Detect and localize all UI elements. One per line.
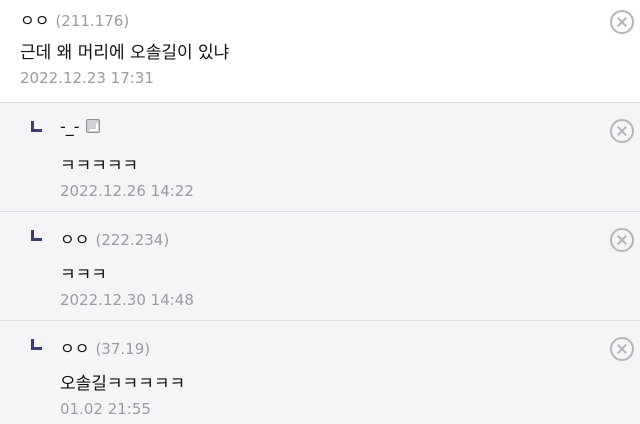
reply-indicator-icon xyxy=(31,339,42,350)
delete-reply-button[interactable] xyxy=(610,337,634,361)
reply-author[interactable]: ㅇㅇ (37.19) xyxy=(60,335,150,359)
reply-item: ㅇㅇ (222.234) ㅋㅋㅋ 2022.12.30 14:48 xyxy=(0,212,640,321)
comment-text: 근데 왜 머리에 오솔길이 있냐 xyxy=(20,43,230,63)
reply-text: ㅋㅋㅋ xyxy=(60,265,107,285)
comment-list: ㅇㅇ (211.176) 근데 왜 머리에 오솔길이 있냐 2022.12.23 … xyxy=(0,0,640,424)
reply-date: 2022.12.26 14:22 xyxy=(60,182,194,200)
author-nickname[interactable]: ㅇㅇ xyxy=(60,230,89,249)
reply-text: 오솔길ㅋㅋㅋㅋㅋ xyxy=(60,374,186,394)
author-ip: (211.176) xyxy=(55,12,130,30)
reply-author[interactable]: -_- xyxy=(60,117,100,136)
author-nickname[interactable]: ㅇㅇ xyxy=(60,339,89,358)
author-ip: (222.234) xyxy=(95,231,170,249)
reply-item: ㅇㅇ (37.19) 오솔길ㅋㅋㅋㅋㅋ 01.02 21:55 xyxy=(0,321,640,424)
author-nickname[interactable]: -_- xyxy=(60,117,80,136)
reply-indicator-icon xyxy=(31,230,42,241)
reply-indicator-icon xyxy=(31,121,42,132)
delete-reply-button[interactable] xyxy=(610,119,634,143)
delete-reply-button[interactable] xyxy=(610,228,634,252)
comment-author[interactable]: ㅇㅇ (211.176) xyxy=(20,7,129,31)
author-ip: (37.19) xyxy=(95,340,151,358)
reply-date: 2022.12.30 14:48 xyxy=(60,291,194,309)
reply-text: ㅋㅋㅋㅋㅋ xyxy=(60,156,139,176)
comment-date: 2022.12.23 17:31 xyxy=(20,69,154,87)
delete-comment-button[interactable] xyxy=(610,10,634,34)
author-nickname[interactable]: ㅇㅇ xyxy=(20,11,49,30)
reply-date: 01.02 21:55 xyxy=(60,400,151,418)
comment-item: ㅇㅇ (211.176) 근데 왜 머리에 오솔길이 있냐 2022.12.23 … xyxy=(0,0,640,103)
reply-item: -_- ㅋㅋㅋㅋㅋ 2022.12.26 14:22 xyxy=(0,103,640,212)
member-badge-icon xyxy=(85,119,100,133)
reply-author[interactable]: ㅇㅇ (222.234) xyxy=(60,226,169,250)
